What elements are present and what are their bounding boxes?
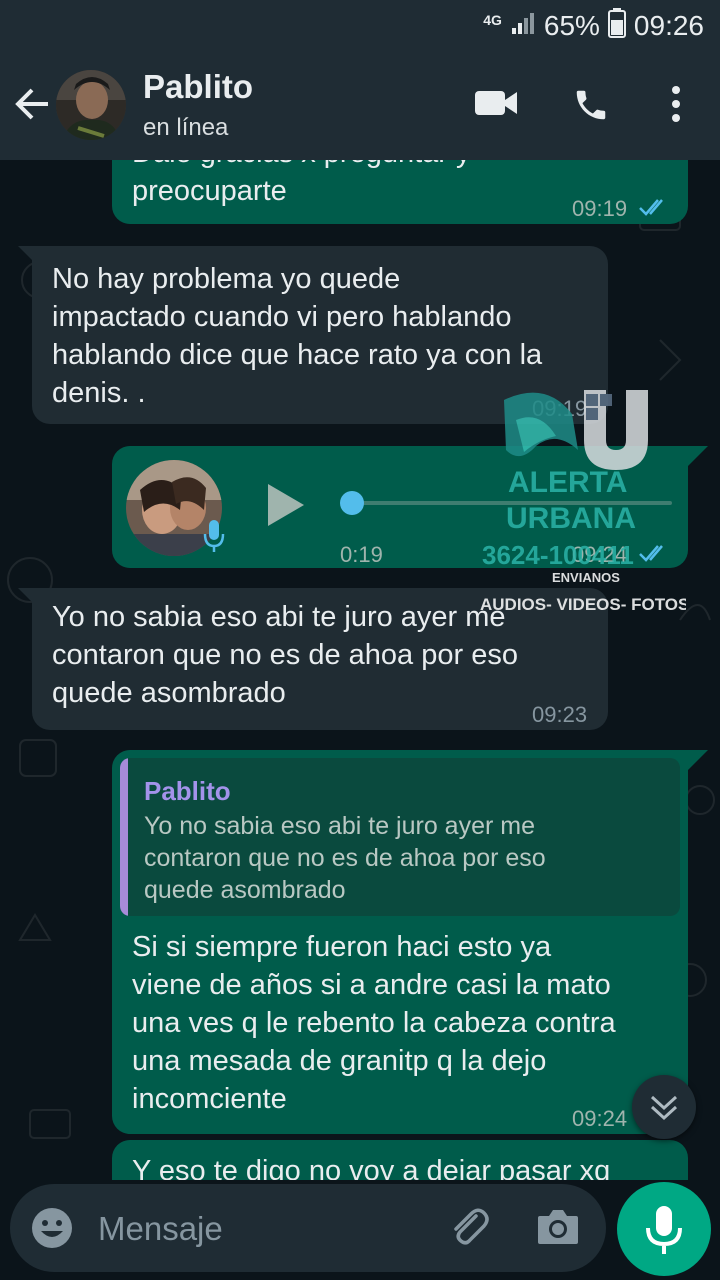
video-call-icon[interactable] xyxy=(474,88,518,123)
camera-icon[interactable] xyxy=(536,1206,580,1251)
status-indicators: 4G 65% 09:26 xyxy=(483,6,704,46)
voice-record-button[interactable] xyxy=(617,1182,711,1276)
mic-icon xyxy=(202,518,226,564)
chat-area[interactable]: Dale gracias x preguntar y preocuparte 0… xyxy=(0,160,720,1180)
microphone-icon xyxy=(646,1206,682,1254)
message-bubble-outgoing[interactable]: Y eso te digo no voy a dejar pasar xq xyxy=(112,1140,688,1180)
quoted-message[interactable]: Pablito Yo no sabia eso abi te juro ayer… xyxy=(120,758,680,916)
attach-icon[interactable] xyxy=(446,1204,492,1255)
message-time: 09:19 xyxy=(572,196,628,221)
status-bar: 4G 65% 09:26 xyxy=(0,0,720,52)
message-time: 09:23 xyxy=(532,702,588,727)
message-text: Yo no sabia eso abi te juro ayer me cont… xyxy=(52,601,518,709)
chevron-double-down-icon xyxy=(650,1095,678,1121)
alerta-urbana-watermark: ALERTA URBANA 3624-100411 ENVIANOS AUDIO… xyxy=(480,390,686,614)
message-text: Si si siempre fueron haci esto ya viene … xyxy=(132,931,616,1115)
voice-duration: 0:19 xyxy=(340,542,383,567)
play-icon[interactable] xyxy=(264,480,308,540)
message-composer[interactable] xyxy=(10,1184,606,1272)
bubble-tail xyxy=(686,750,708,772)
message-text: Y eso te digo no voy a dejar pasar xq xyxy=(132,1155,611,1180)
message-bubble-outgoing[interactable]: Dale gracias x preguntar y preocuparte 0… xyxy=(112,160,688,224)
battery-percent: 65% xyxy=(543,10,600,41)
more-options-icon[interactable] xyxy=(664,84,688,129)
composer-bar xyxy=(0,1180,720,1280)
message-text: No hay problema yo quede impactado cuand… xyxy=(52,263,543,409)
avatar[interactable] xyxy=(56,70,126,140)
phone-icon[interactable] xyxy=(572,86,610,129)
reply-message-bubble[interactable]: Pablito Yo no sabia eso abi te juro ayer… xyxy=(112,750,688,1134)
network-type: 4G xyxy=(483,12,502,28)
watermark-bottom: AUDIOS- VIDEOS- FOTOS xyxy=(480,595,686,614)
contact-name[interactable]: Pablito xyxy=(143,68,253,106)
message-text: Dale gracias x preguntar y preocuparte xyxy=(132,160,471,207)
back-arrow-icon[interactable] xyxy=(12,82,52,126)
chat-header: Pablito en línea xyxy=(0,52,720,160)
voice-progress-handle[interactable] xyxy=(340,491,364,515)
watermark-small: ENVIANOS xyxy=(552,570,620,585)
watermark-line2: URBANA xyxy=(506,502,636,535)
message-input[interactable] xyxy=(96,1202,430,1256)
quote-author: Pablito xyxy=(144,776,231,806)
double-check-icon xyxy=(638,190,670,228)
watermark-line1: ALERTA xyxy=(508,466,627,499)
bubble-tail xyxy=(686,446,708,468)
signal-icon xyxy=(510,10,536,43)
clock: 09:26 xyxy=(633,10,704,41)
scroll-to-bottom-button[interactable] xyxy=(632,1075,696,1139)
watermark-phone: 3624-100411 xyxy=(482,540,634,570)
quote-accent-bar xyxy=(120,758,128,916)
quote-text: Yo no sabia eso abi te juro ayer me cont… xyxy=(144,812,546,904)
emoji-icon[interactable] xyxy=(30,1206,74,1255)
battery-icon xyxy=(607,7,626,45)
message-time: 09:24 xyxy=(572,1106,628,1131)
contact-status: en línea xyxy=(143,114,229,141)
